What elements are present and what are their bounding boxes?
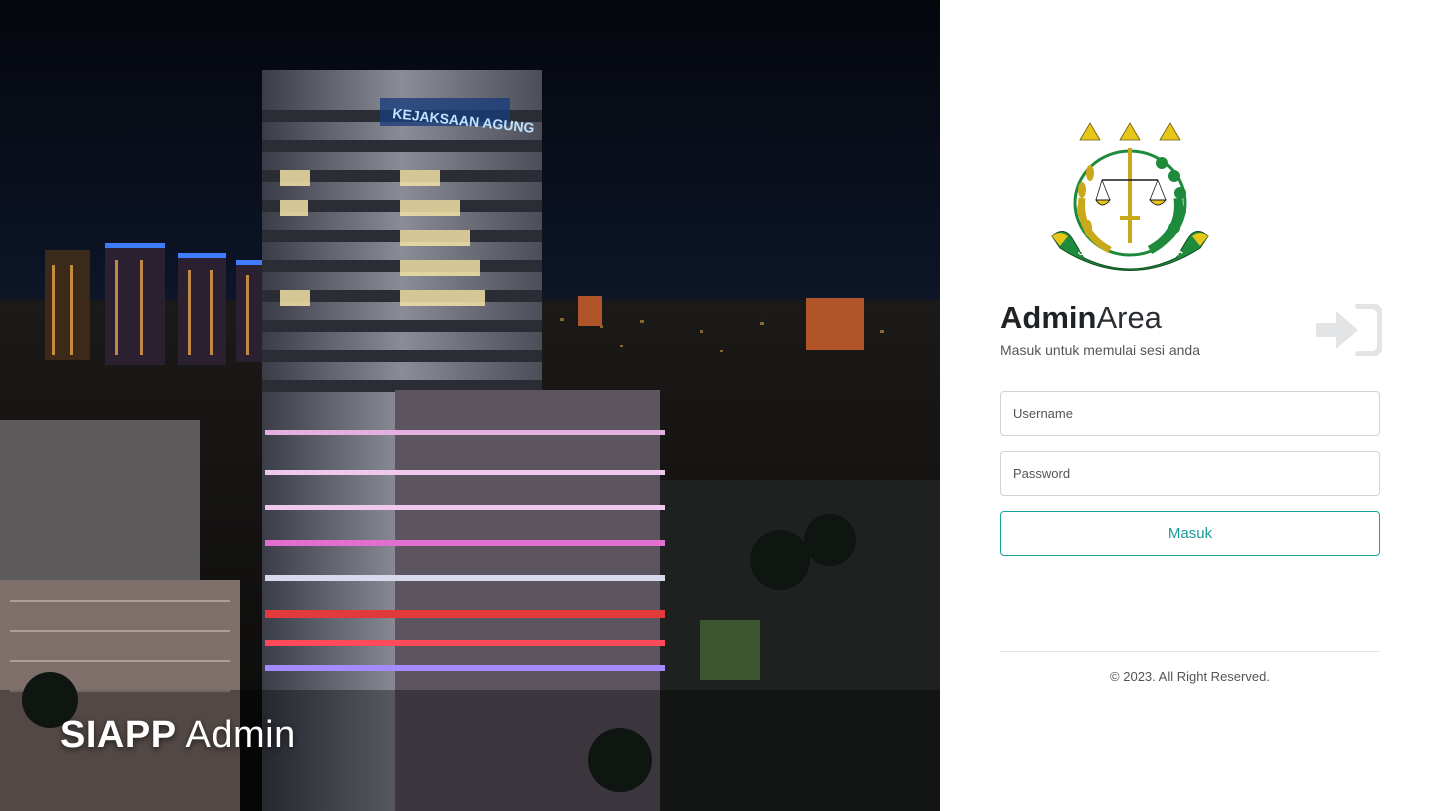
login-button[interactable]: Masuk xyxy=(1000,511,1380,556)
title-bold: Admin xyxy=(1000,300,1097,335)
page-subtitle: Masuk untuk memulai sesi anda xyxy=(1000,342,1200,358)
title-light: Area xyxy=(1096,300,1162,335)
username-input[interactable] xyxy=(1000,391,1380,436)
brand-light: Admin xyxy=(185,714,296,756)
sign-in-icon xyxy=(1316,304,1382,356)
divider xyxy=(1000,651,1380,652)
hero-image: KEJAKSAAN AGUNG SIAPP Admin xyxy=(0,0,940,811)
app-brand: SIAPP Admin xyxy=(60,714,296,757)
password-input[interactable] xyxy=(1000,451,1380,496)
copyright-footer: © 2023. All Right Reserved. xyxy=(1110,669,1270,684)
kejaksaan-emblem-icon: SATYA ADHI WICAKSANA xyxy=(1051,122,1209,271)
brand-bold: SIAPP xyxy=(60,714,177,756)
page-title: AdminArea xyxy=(1000,300,1162,336)
login-page: KEJAKSAAN AGUNG SIAPP Admin SATYA ADHI W… xyxy=(0,0,1440,811)
login-panel: SATYA ADHI WICAKSANA AdminArea Masuk unt… xyxy=(940,0,1440,811)
night-city-photo: KEJAKSAAN AGUNG xyxy=(0,0,940,811)
